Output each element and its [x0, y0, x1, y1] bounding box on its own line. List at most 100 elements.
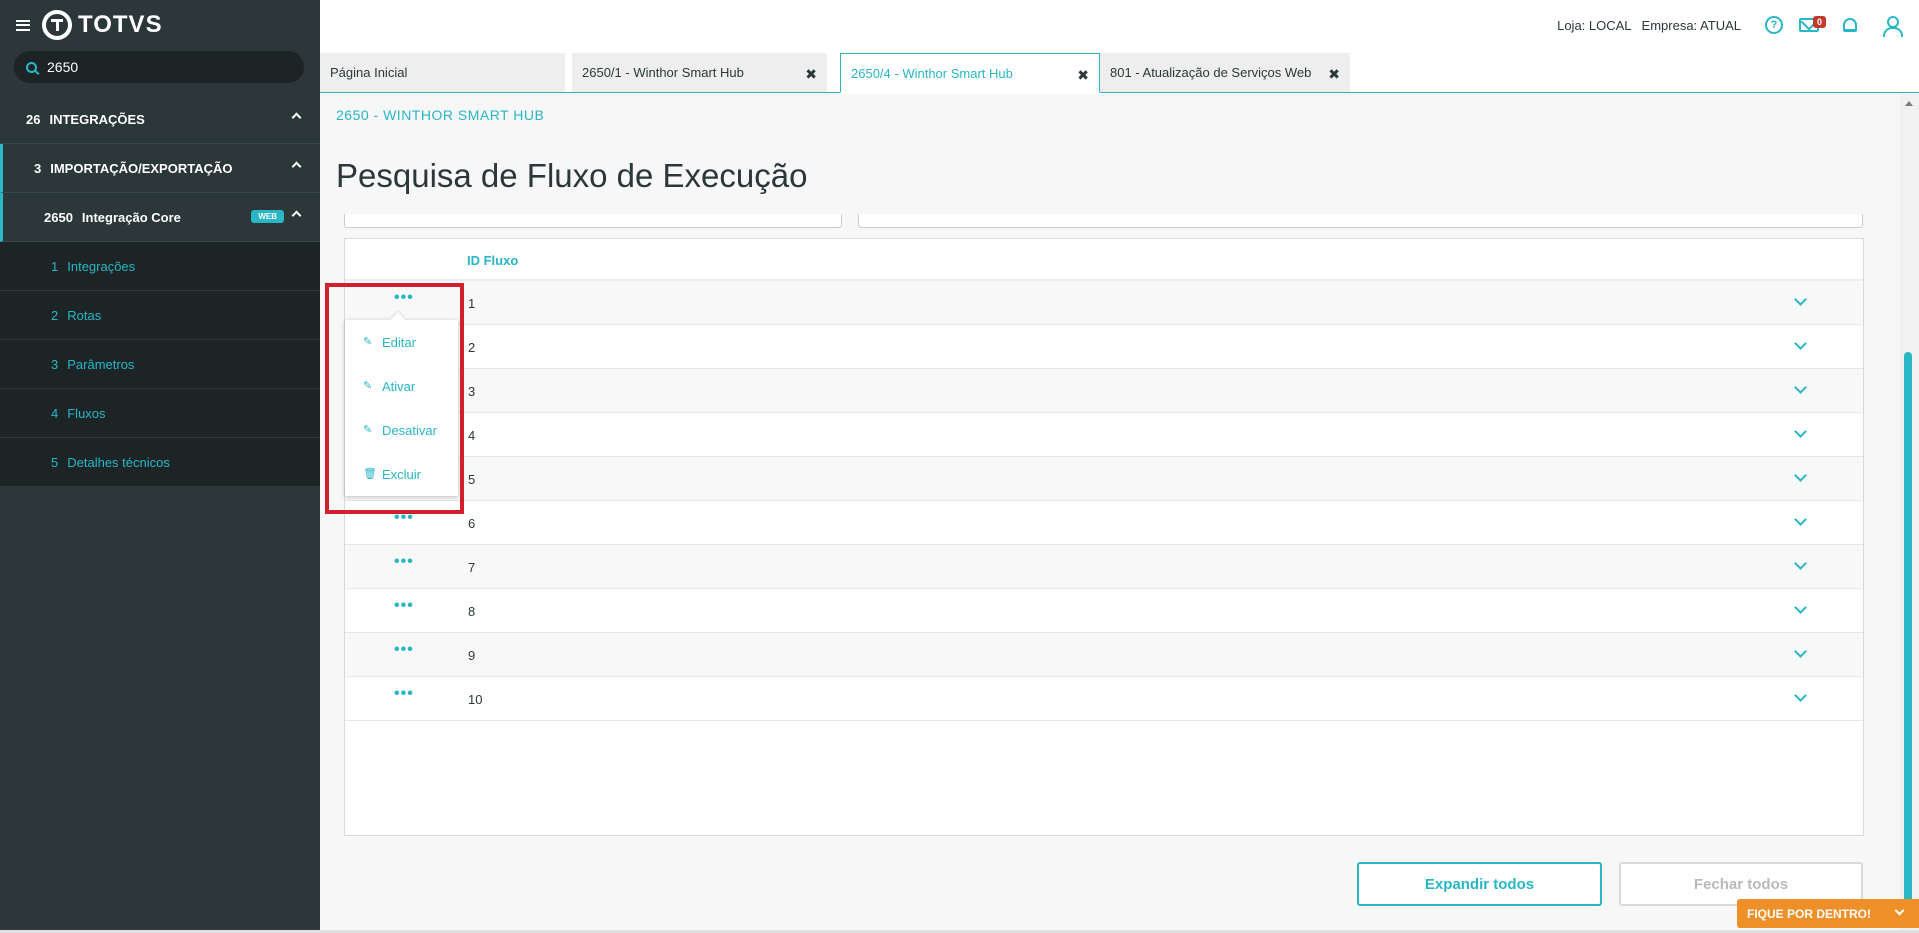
expand-all-button[interactable]: Expandir todos [1357, 862, 1602, 906]
sidebar-item-label: Integração Core [81, 209, 181, 225]
sidebar-item-integracoes-group[interactable]: 26 INTEGRAÇÕES [0, 95, 320, 144]
scroll-up-icon[interactable] [1905, 101, 1913, 106]
tab-2650-1[interactable]: 2650/1 - Winthor Smart Hub ✖ [572, 53, 827, 92]
tab-bar: Página Inicial 2650/1 - Winthor Smart Hu… [320, 53, 1919, 93]
fique-por-dentro-button[interactable]: FIQUE POR DENTRO! [1737, 899, 1919, 928]
table-row[interactable]: •••4 [345, 413, 1863, 457]
table-header: ID Fluxo [345, 239, 1863, 281]
filter-field-2[interactable] [858, 214, 1863, 228]
table-row[interactable]: ••• 10 [345, 677, 1863, 721]
close-tab-icon[interactable]: ✖ [1077, 67, 1089, 84]
sidebar-item-importacao-exportacao[interactable]: 3 IMPORTAÇÃO/EXPORTAÇÃO [0, 144, 320, 193]
sidebar-item-fluxos[interactable]: 4 Fluxos [0, 389, 320, 438]
mail-count-badge: 0 [1813, 16, 1827, 28]
loja-label[interactable]: Loja: LOCAL [1557, 18, 1631, 33]
table-row[interactable]: ••• 6 [345, 501, 1863, 545]
cell-id-fluxo: 2 [468, 340, 476, 355]
logo-text: TOTVS [78, 11, 163, 38]
chevron-down-icon[interactable] [1794, 293, 1807, 306]
chevron-down-icon[interactable] [1794, 337, 1807, 350]
cell-id-fluxo: 4 [468, 428, 476, 443]
sidebar-item-number: 26 [26, 111, 41, 127]
more-actions-icon[interactable]: ••• [394, 686, 414, 702]
sidebar-item-number: 1 [51, 258, 59, 274]
more-actions-icon[interactable]: ••• [394, 598, 414, 614]
sidebar-item-detalhes-tecnicos[interactable]: 5 Detalhes técnicos [0, 438, 320, 487]
more-actions-icon[interactable]: ••• [394, 510, 414, 526]
cell-id-fluxo: 6 [468, 516, 476, 531]
sidebar-item-number: 4 [51, 405, 59, 421]
chevron-down-icon[interactable] [1794, 601, 1807, 614]
cell-id-fluxo: 3 [468, 384, 476, 399]
scrollbar[interactable] [1900, 94, 1919, 933]
sidebar-item-label: Integrações [67, 258, 136, 274]
tab-pagina-inicial[interactable]: Página Inicial [320, 53, 565, 92]
fluxo-table: ID Fluxo •••1•••2•••3•••4•••5•••6•••7•••… [344, 238, 1864, 836]
sidebar-item-integracao-core[interactable]: 2650 Integração Core WEB [0, 193, 320, 242]
chevron-down-icon[interactable] [1794, 689, 1807, 702]
table-row[interactable]: ••• 1 [345, 281, 1863, 325]
sidebar-item-label: Parâmetros [67, 356, 135, 372]
sidebar-item-label: Rotas [67, 307, 102, 323]
hamburger-menu-icon[interactable] [16, 19, 30, 31]
sidebar-item-parametros[interactable]: 3 Parâmetros [0, 340, 320, 389]
sidebar-search[interactable] [14, 51, 304, 83]
chevron-down-icon[interactable] [1794, 381, 1807, 394]
cell-id-fluxo: 8 [468, 604, 476, 619]
table-body: •••1•••2•••3•••4•••5 ••• 6 ••• 7 ••• 8 ••• 9 ••• 1… [345, 281, 1863, 721]
user-icon[interactable] [1883, 16, 1903, 37]
sidebar-menu: 26 INTEGRAÇÕES 3 IMPORTAÇÃO/EXPORTAÇÃO 2… [0, 95, 320, 487]
sidebar-item-label: Detalhes técnicos [67, 454, 170, 470]
scrollbar-thumb[interactable] [1904, 352, 1912, 912]
table-row[interactable]: ••• 7 [345, 545, 1863, 589]
chevron-down-icon[interactable] [1794, 557, 1807, 570]
cell-id-fluxo: 7 [468, 560, 476, 575]
cell-id-fluxo: 5 [468, 472, 476, 487]
page-title: Pesquisa de Fluxo de Execução [336, 157, 808, 194]
chevron-up-icon [291, 112, 302, 123]
close-tab-icon[interactable]: ✖ [1328, 66, 1340, 83]
chevron-down-icon[interactable] [1794, 425, 1807, 438]
more-actions-icon[interactable]: ••• [394, 554, 414, 570]
chevron-down-icon[interactable] [1794, 513, 1807, 526]
search-input[interactable] [45, 58, 285, 76]
sidebar: TOTVS 26 INTEGRAÇÕES 3 IMPORTAÇÃO/EXPORT… [0, 0, 320, 933]
tab-label: Página Inicial [330, 65, 408, 80]
sidebar-item-number: 3 [34, 160, 42, 176]
chevron-down-icon[interactable] [1794, 645, 1807, 658]
cell-id-fluxo: 10 [468, 692, 483, 707]
breadcrumb[interactable]: 2650 - WINTHOR SMART HUB [336, 107, 544, 123]
sidebar-item-number: 2 [51, 307, 59, 323]
top-header: Loja: LOCAL Empresa: ATUAL ? 0 [320, 0, 1919, 50]
search-icon [26, 61, 37, 73]
table-row[interactable]: •••5 [345, 457, 1863, 501]
sidebar-item-label: INTEGRAÇÕES [49, 111, 145, 127]
chevron-down-icon [1894, 905, 1905, 916]
tab-801[interactable]: 801 - Atualização de Serviços Web ✖ [1100, 53, 1350, 92]
web-badge: WEB [251, 210, 284, 223]
mail-icon[interactable]: 0 [1799, 16, 1827, 32]
sidebar-item-number: 5 [51, 454, 59, 470]
table-row[interactable]: ••• 9 [345, 633, 1863, 677]
tab-label: 2650/1 - Winthor Smart Hub [582, 65, 744, 80]
more-actions-icon[interactable]: ••• [394, 642, 414, 658]
chevron-down-icon[interactable] [1794, 469, 1807, 482]
help-icon[interactable]: ? [1765, 16, 1783, 34]
totvs-logo-icon [42, 10, 72, 40]
close-tab-icon[interactable]: ✖ [805, 66, 817, 83]
sidebar-item-integracoes[interactable]: 1 Integrações [0, 242, 320, 291]
cell-id-fluxo: 9 [468, 648, 476, 663]
bell-icon[interactable] [1843, 18, 1857, 32]
table-row[interactable]: •••2 [345, 325, 1863, 369]
fique-label: FIQUE POR DENTRO! [1747, 906, 1872, 921]
filter-field-1[interactable] [344, 214, 842, 228]
table-row[interactable]: •••3 [345, 369, 1863, 413]
sidebar-item-rotas[interactable]: 2 Rotas [0, 291, 320, 340]
highlight-box [325, 283, 464, 514]
tab-label: 2650/4 - Winthor Smart Hub [851, 65, 1013, 81]
tab-2650-4[interactable]: 2650/4 - Winthor Smart Hub ✖ [840, 53, 1100, 93]
empresa-label[interactable]: Empresa: ATUAL [1642, 18, 1741, 33]
sidebar-item-label: Fluxos [67, 405, 106, 421]
column-header-id-fluxo[interactable]: ID Fluxo [467, 253, 518, 268]
table-row[interactable]: ••• 8 [345, 589, 1863, 633]
